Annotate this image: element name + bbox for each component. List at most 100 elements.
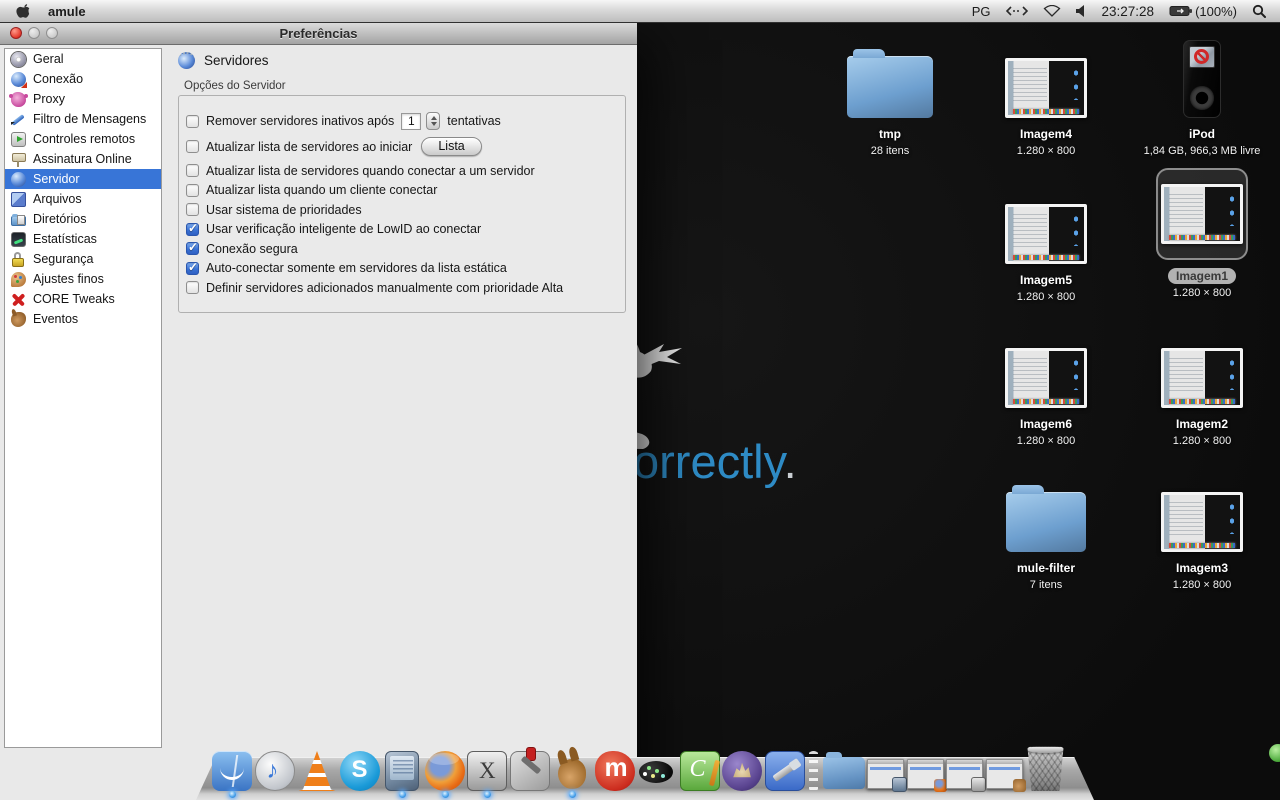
checkbox-label: Definir servidores adicionados manualmen… bbox=[206, 281, 563, 295]
lista-button[interactable]: Lista bbox=[421, 137, 481, 156]
desktop-icon-imagem6[interactable]: Imagem61.280 × 800 bbox=[971, 322, 1121, 447]
icon-label: Imagem4 bbox=[1012, 126, 1080, 142]
sidebar-item-proxy[interactable]: Proxy bbox=[5, 89, 161, 109]
sidebar-item-core-tweaks[interactable]: CORE Tweaks bbox=[5, 289, 161, 309]
xchat-badge-icon bbox=[971, 777, 986, 792]
spaces-arrows-icon[interactable] bbox=[1006, 6, 1028, 16]
amule-dock-icon[interactable] bbox=[552, 751, 592, 791]
proxy-icon bbox=[11, 92, 26, 107]
checkbox-usar-verifica-o-inteligente-de[interactable] bbox=[186, 223, 199, 236]
icon-label: tmp bbox=[871, 126, 909, 142]
desktop-icon-imagem3[interactable]: Imagem31.280 × 800 bbox=[1127, 466, 1277, 591]
desktop-icon-ipod[interactable]: iPod1,84 GB, 966,3 MB livre bbox=[1127, 32, 1277, 157]
minimized-window-xchat[interactable] bbox=[946, 759, 983, 791]
checkbox-auto-conectar-somente-em-servi[interactable] bbox=[186, 262, 199, 275]
spotlight-icon[interactable] bbox=[1252, 4, 1266, 18]
screenshot-icon bbox=[971, 322, 1121, 408]
checkbox-remover-servidores-inativos-ap[interactable] bbox=[186, 115, 199, 128]
skype-dock-icon[interactable] bbox=[340, 751, 380, 791]
desktop-icon-mule-filter[interactable]: mule-filter7 itens bbox=[971, 466, 1121, 591]
sidebar-item-arquivos[interactable]: Arquivos bbox=[5, 189, 161, 209]
app-menu-amule[interactable]: amule bbox=[48, 4, 86, 19]
folder-dock-icon[interactable] bbox=[823, 757, 865, 791]
apple-menu-icon[interactable] bbox=[16, 3, 32, 19]
sidebar-item-seguran-a[interactable]: Segurança bbox=[5, 249, 161, 269]
desktop-icon-imagem2[interactable]: Imagem21.280 × 800 bbox=[1127, 322, 1277, 447]
xchat-dock-icon[interactable] bbox=[467, 751, 507, 791]
sidebar-item-diret-rios[interactable]: Diretórios bbox=[5, 209, 161, 229]
minimized-window-amule[interactable] bbox=[986, 759, 1023, 791]
sidebar-item-controles-remotos[interactable]: Controles remotos bbox=[5, 129, 161, 149]
checkbox-usar-sistema-de-prioridades[interactable] bbox=[186, 203, 199, 216]
desktop-icon-imagem4[interactable]: Imagem4 1.280 × 800 bbox=[971, 32, 1121, 157]
checkbox-label: Atualizar lista quando um cliente conect… bbox=[206, 183, 437, 197]
checkbox-atualizar-lista-de-servidores-[interactable] bbox=[186, 164, 199, 177]
server-options-group: Remover servidores inativos após1tentati… bbox=[178, 95, 626, 313]
icon-label: Imagem5 bbox=[1012, 272, 1080, 288]
minimized-window-firefox[interactable] bbox=[907, 759, 944, 791]
xcode-dock-icon[interactable] bbox=[765, 751, 805, 791]
sidebar-item-servidor[interactable]: Servidor bbox=[5, 169, 161, 189]
input-menu[interactable]: PG bbox=[972, 4, 991, 19]
icon-sublabel: 1.280 × 800 bbox=[971, 435, 1121, 447]
dock bbox=[212, 745, 1066, 791]
coteditor-dock-icon[interactable] bbox=[680, 751, 720, 791]
fugu-dock-icon[interactable] bbox=[637, 751, 677, 791]
close-button[interactable] bbox=[10, 27, 22, 39]
globe-icon bbox=[11, 172, 26, 187]
desktop: orrectly. tmp28 itens Imagem4 1.280 × 800 i… bbox=[0, 0, 1280, 800]
option-row-conex-o-segura: Conexão segura bbox=[186, 241, 619, 256]
palette-icon bbox=[11, 272, 26, 287]
ipod-icon bbox=[1127, 32, 1277, 118]
finder-dock-icon[interactable] bbox=[212, 751, 252, 791]
amule-badge-icon bbox=[1013, 779, 1026, 792]
sep-dock-icon[interactable] bbox=[807, 751, 820, 791]
retries-value-field[interactable]: 1 bbox=[401, 113, 421, 130]
retries-stepper[interactable] bbox=[426, 112, 440, 130]
sidebar-item-eventos[interactable]: Eventos bbox=[5, 309, 161, 329]
sidebar-item-estat-sticas[interactable]: Estatísticas bbox=[5, 229, 161, 249]
pen-icon bbox=[11, 112, 26, 127]
window-titlebar[interactable]: Preferências bbox=[0, 22, 637, 45]
checkbox-label: Atualizar lista de servidores quando con… bbox=[206, 164, 535, 178]
battery-indicator[interactable]: (100%) bbox=[1169, 4, 1237, 19]
screenshot-icon bbox=[971, 32, 1121, 118]
wifi-icon[interactable] bbox=[1043, 5, 1061, 17]
sidebar-item-filtro-de-mensagens[interactable]: Filtro de Mensagens bbox=[5, 109, 161, 129]
pda-dock-icon[interactable] bbox=[382, 751, 422, 791]
itunes-dock-icon[interactable] bbox=[255, 751, 295, 791]
sidebar-item-assinatura-online[interactable]: Assinatura Online bbox=[5, 149, 161, 169]
zoom-button[interactable] bbox=[46, 27, 58, 39]
miro-dock-icon[interactable] bbox=[595, 751, 635, 791]
sidebar-item-conex-o[interactable]: Conexão bbox=[5, 69, 161, 89]
volume-icon[interactable] bbox=[1076, 5, 1087, 17]
checkbox-definir-servidores-adicionados[interactable] bbox=[186, 281, 199, 294]
sidebar-item-label: Servidor bbox=[33, 172, 80, 186]
shipglobe-dock-icon[interactable] bbox=[722, 751, 762, 791]
checkbox-atualizar-lista-de-servidores-[interactable] bbox=[186, 140, 199, 153]
trash-dock-icon[interactable] bbox=[1025, 746, 1066, 791]
sidebar-item-ajustes-finos[interactable]: Ajustes finos bbox=[5, 269, 161, 289]
icon-label: Imagem3 bbox=[1168, 560, 1236, 576]
wallpaper-text: orrectly. bbox=[633, 434, 797, 489]
sidebar-item-geral[interactable]: Geral bbox=[5, 49, 161, 69]
vlc-dock-icon[interactable] bbox=[297, 751, 337, 791]
minimize-button[interactable] bbox=[28, 27, 40, 39]
sidebar-item-label: Proxy bbox=[33, 92, 65, 106]
desktop-icon-imagem5[interactable]: Imagem51.280 × 800 bbox=[971, 178, 1121, 303]
checkbox-atualizar-lista-quando-um-clie[interactable] bbox=[186, 184, 199, 197]
icon-sublabel: 7 itens bbox=[971, 579, 1121, 591]
installer-dock-icon[interactable] bbox=[510, 751, 550, 791]
icon-label: iPod bbox=[1181, 126, 1223, 142]
x-icon bbox=[11, 292, 26, 307]
checkbox-conex-o-segura[interactable] bbox=[186, 242, 199, 255]
window-title: Preferências bbox=[279, 26, 357, 41]
desktop-icon-tmp[interactable]: tmp28 itens bbox=[815, 32, 965, 157]
desktop-icon-imagem1[interactable]: Imagem11.280 × 800 bbox=[1127, 178, 1277, 299]
suffix-label: tentativas bbox=[447, 114, 501, 128]
clock[interactable]: 23:27:28 bbox=[1102, 4, 1155, 19]
lock-icon bbox=[11, 252, 26, 267]
icon-sublabel: 1.280 × 800 bbox=[971, 145, 1121, 157]
minimized-window-pda[interactable] bbox=[867, 759, 904, 791]
firefox-dock-icon[interactable] bbox=[425, 751, 465, 791]
